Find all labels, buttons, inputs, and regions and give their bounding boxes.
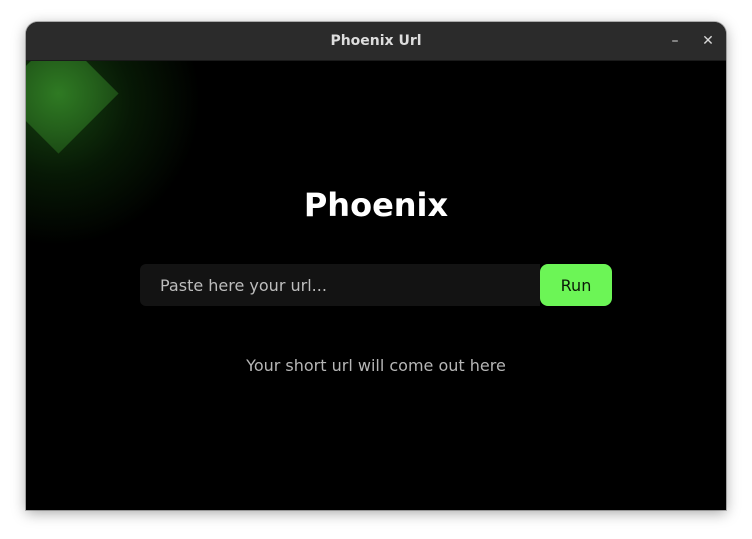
title-bar[interactable]: Phoenix Url – ✕ (26, 22, 726, 61)
app-window: Phoenix Url – ✕ Phoenix Run Your short u… (26, 22, 726, 510)
run-button[interactable]: Run (540, 264, 612, 306)
window-title: Phoenix Url (330, 33, 422, 49)
app-heading: Phoenix (303, 186, 449, 224)
url-input[interactable] (140, 264, 540, 306)
short-url-output: Your short url will come out here (246, 356, 506, 375)
minimize-icon[interactable]: – (664, 30, 686, 52)
main-content: Phoenix Run Your short url will come out… (26, 61, 726, 510)
close-icon[interactable]: ✕ (697, 30, 719, 52)
